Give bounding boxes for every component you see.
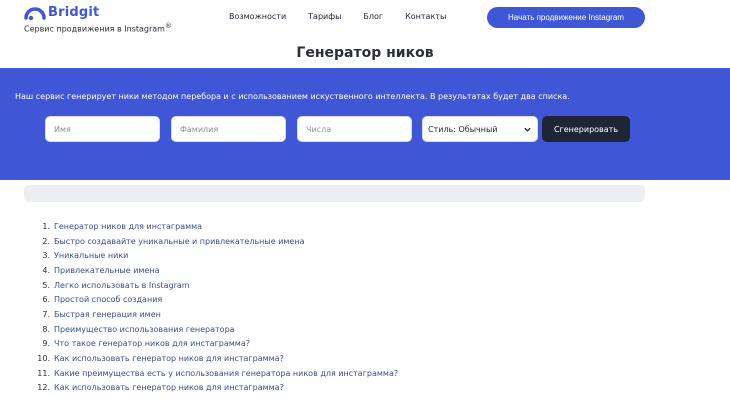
toc-link[interactable]: Легко использовать в Instagram [54,281,190,290]
toc-number: 12. [37,383,50,393]
toc-item: 10. Как использовать генератор ников для … [36,351,398,366]
toc-item: 12. Как использовать генератор ников для … [36,381,398,396]
site-header: Bridgit Сервис продвижения в Instagram® … [0,0,730,40]
numbers-input[interactable] [297,116,412,142]
toc-item: 5. Легко использовать в Instagram [36,278,398,293]
toc-item: 1. Генератор ников для инстаграмма [36,219,398,234]
toc-link[interactable]: Уникальные ники [54,251,128,260]
generator-panel: Наш сервис генерирует ники методом переб… [0,68,730,180]
toc-link[interactable]: Какие преимущества есть у использования … [54,369,398,378]
toc-number: 3. [42,251,50,261]
main-nav: Возможности Тарифы Блог Контакты [229,12,446,21]
toc-item: 9. Что такое генератор ников для инстагра… [36,337,398,352]
nav-link-blog[interactable]: Блог [363,12,383,21]
toc-number: 11. [37,368,50,378]
toc-number: 5. [42,280,50,290]
start-promotion-button[interactable]: Начать продвижение Instagram [487,7,645,28]
half-ring-logo-icon [24,7,46,21]
logo-tagline: Сервис продвижения в Instagram® [24,22,172,34]
last-name-input[interactable] [171,116,286,142]
toc-link[interactable]: Привлекательные имена [54,266,160,275]
toc-link[interactable]: Как использовать генератор ников для инс… [54,354,284,363]
toc-item: 11. Какие преимущества есть у использован… [36,366,398,381]
page-title: Генератор ников [296,45,434,61]
style-select-value: Стиль: Обычный [428,124,498,134]
toc-link[interactable]: Генератор ников для инстаграмма [54,222,202,231]
toc-item: 6. Простой способ создания [36,292,398,307]
table-of-contents: 1. Генератор ников для инстаграмма 2. Быст… [36,219,398,395]
logo-name[interactable]: Bridgit [48,5,99,20]
toc-link[interactable]: Быстрая генерация имен [54,310,161,319]
toc-number: 9. [42,339,50,349]
results-area [24,185,645,202]
toc-item: 8. Преимущество использования генератора [36,322,398,337]
toc-item: 3. Уникальные ники [36,248,398,263]
nav-link-pricing[interactable]: Тарифы [308,12,341,21]
style-select[interactable]: Стиль: Обычный [422,116,538,142]
toc-link[interactable]: Быстро создавайте уникальные и привлекат… [54,237,304,246]
first-name-input[interactable] [45,116,160,142]
toc-link[interactable]: Преимущество использования генератора [54,325,235,334]
toc-number: 2. [42,236,50,246]
nav-link-features[interactable]: Возможности [229,12,286,21]
toc-number: 4. [42,265,50,275]
nav-link-contacts[interactable]: Контакты [405,12,446,21]
chevron-down-icon [524,127,531,132]
toc-number: 6. [42,295,50,305]
toc-number: 8. [42,324,50,334]
generate-button[interactable]: Сгенерировать [542,116,630,142]
toc-item: 2. Быстро создавайте уникальные и привлек… [36,234,398,249]
toc-link[interactable]: Как использовать генератор ников для инс… [54,383,284,392]
toc-number: 7. [42,309,50,319]
toc-item: 7. Быстрая генерация имен [36,307,398,322]
toc-number: 1. [42,221,50,231]
toc-item: 4. Привлекательные имена [36,263,398,278]
toc-link[interactable]: Простой способ создания [54,295,162,304]
toc-link[interactable]: Что такое генератор ников для инстаграмм… [54,339,250,348]
generator-description: Наш сервис генерирует ники методом переб… [15,92,570,101]
toc-number: 10. [37,354,50,364]
